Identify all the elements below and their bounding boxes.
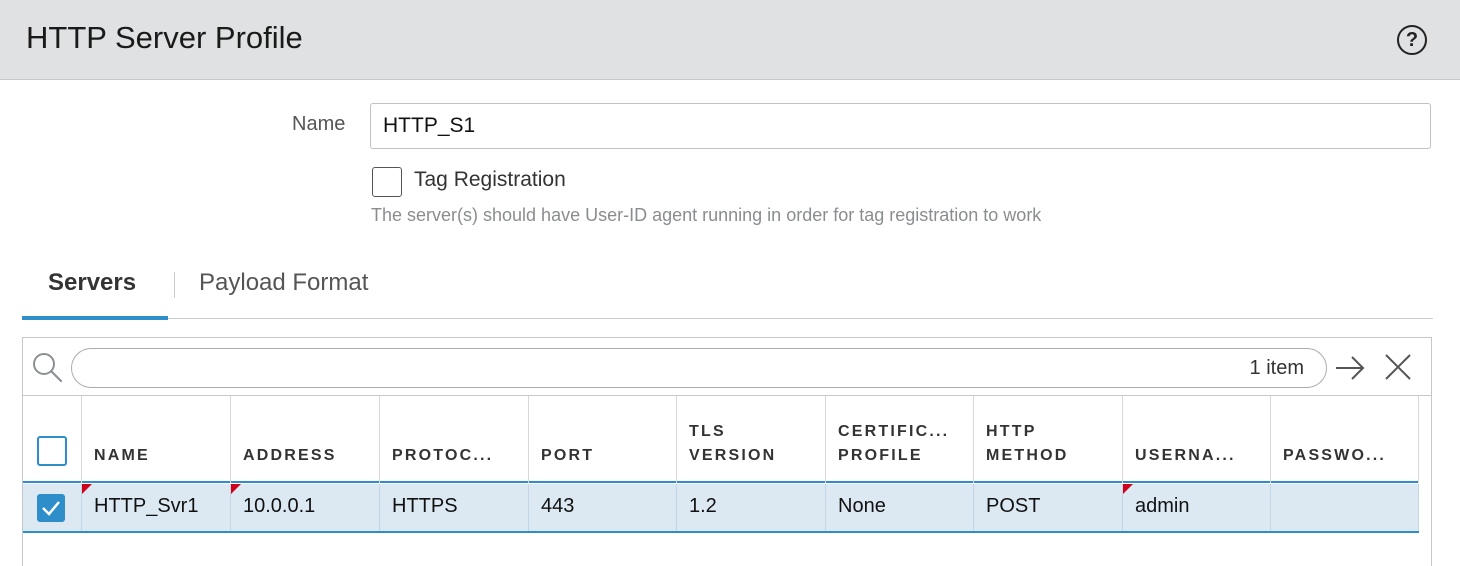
cell-value: 1.2: [689, 495, 717, 517]
close-icon[interactable]: [1382, 351, 1414, 383]
grid-header: NAME ADDRESS PROTOC... PORT TLS VERSION …: [23, 396, 1419, 483]
select-all-checkbox[interactable]: [37, 436, 67, 466]
cell-value: HTTPS: [392, 495, 458, 517]
name-label: Name: [292, 113, 346, 135]
cell-port[interactable]: 443: [529, 484, 677, 531]
tab-divider: [174, 272, 175, 298]
column-header-label: PROTOC...: [392, 447, 494, 464]
checkmark-icon: [42, 501, 60, 516]
dialog-title: HTTP Server Profile: [26, 20, 303, 55]
cell-http-method[interactable]: POST: [974, 484, 1123, 531]
row-select-cell: [23, 484, 82, 531]
search-icon[interactable]: [31, 351, 63, 383]
column-header-label: PROFILE: [838, 447, 923, 464]
table-row[interactable]: HTTP_Svr1 10.0.0.1 HTTPS 443 1.2 None PO…: [23, 484, 1419, 533]
column-header-label: NAME: [94, 447, 150, 464]
column-header-certificate-profile[interactable]: CERTIFIC... PROFILE: [826, 396, 974, 483]
column-header-label: PASSWO...: [1283, 447, 1387, 464]
cell-value: HTTP_Svr1: [94, 495, 199, 517]
row-checkbox[interactable]: [37, 494, 65, 522]
column-header-label: ADDRESS: [243, 447, 337, 464]
column-header-protocol[interactable]: PROTOC...: [380, 396, 529, 483]
active-tab-indicator: [22, 316, 168, 320]
header-select-cell: [23, 396, 82, 483]
cell-value: admin: [1135, 495, 1190, 517]
cell-username[interactable]: admin: [1123, 484, 1271, 531]
tag-registration-checkbox[interactable]: [372, 167, 402, 197]
column-header-username[interactable]: USERNA...: [1123, 396, 1271, 483]
column-header-label: VERSION: [689, 447, 777, 464]
cell-value: None: [838, 495, 886, 517]
column-header-password[interactable]: PASSWO...: [1271, 396, 1419, 483]
modified-flag-icon: [82, 484, 92, 494]
item-count: 1 item: [1249, 357, 1304, 379]
cell-address[interactable]: 10.0.0.1: [231, 484, 380, 531]
column-header-http-method[interactable]: HTTP METHOD: [974, 396, 1123, 483]
column-header-label: METHOD: [986, 447, 1069, 464]
help-icon[interactable]: ?: [1397, 25, 1427, 55]
modified-flag-icon: [231, 484, 241, 494]
tabs-rule: [22, 318, 1433, 319]
column-header-label: TLS: [689, 423, 726, 440]
column-header-address[interactable]: ADDRESS: [231, 396, 380, 483]
column-header-port[interactable]: PORT: [529, 396, 677, 483]
modified-flag-icon: [1123, 484, 1133, 494]
search-input[interactable]: 1 item: [71, 348, 1327, 388]
cell-value: 443: [541, 495, 575, 517]
column-header-tls-version[interactable]: TLS VERSION: [677, 396, 826, 483]
cell-certificate-profile[interactable]: None: [826, 484, 974, 531]
tag-registration-help-text: The server(s) should have User-ID agent …: [371, 205, 1042, 225]
arrow-right-icon[interactable]: [1334, 353, 1366, 383]
tab-servers[interactable]: Servers: [48, 269, 136, 297]
servers-grid: 1 item NAME ADDRESS PROTOC... PORT TLS V…: [22, 337, 1432, 566]
cell-protocol[interactable]: HTTPS: [380, 484, 529, 531]
cell-value: POST: [986, 495, 1041, 517]
column-header-label: PORT: [541, 447, 595, 464]
cell-value: 10.0.0.1: [243, 495, 316, 517]
column-header-label: USERNA...: [1135, 447, 1236, 464]
cell-tls-version[interactable]: 1.2: [677, 484, 826, 531]
column-header-label: HTTP: [986, 423, 1037, 440]
grid-search-bar: 1 item: [23, 338, 1431, 396]
tag-registration-label: Tag Registration: [414, 168, 566, 191]
column-header-label: CERTIFIC...: [838, 423, 950, 440]
column-header-name[interactable]: NAME: [82, 396, 231, 483]
tab-payload-format[interactable]: Payload Format: [199, 269, 368, 297]
dialog-titlebar: HTTP Server Profile ?: [0, 0, 1460, 80]
cell-password[interactable]: [1271, 484, 1419, 531]
name-input[interactable]: [370, 103, 1431, 149]
cell-name[interactable]: HTTP_Svr1: [82, 484, 231, 531]
